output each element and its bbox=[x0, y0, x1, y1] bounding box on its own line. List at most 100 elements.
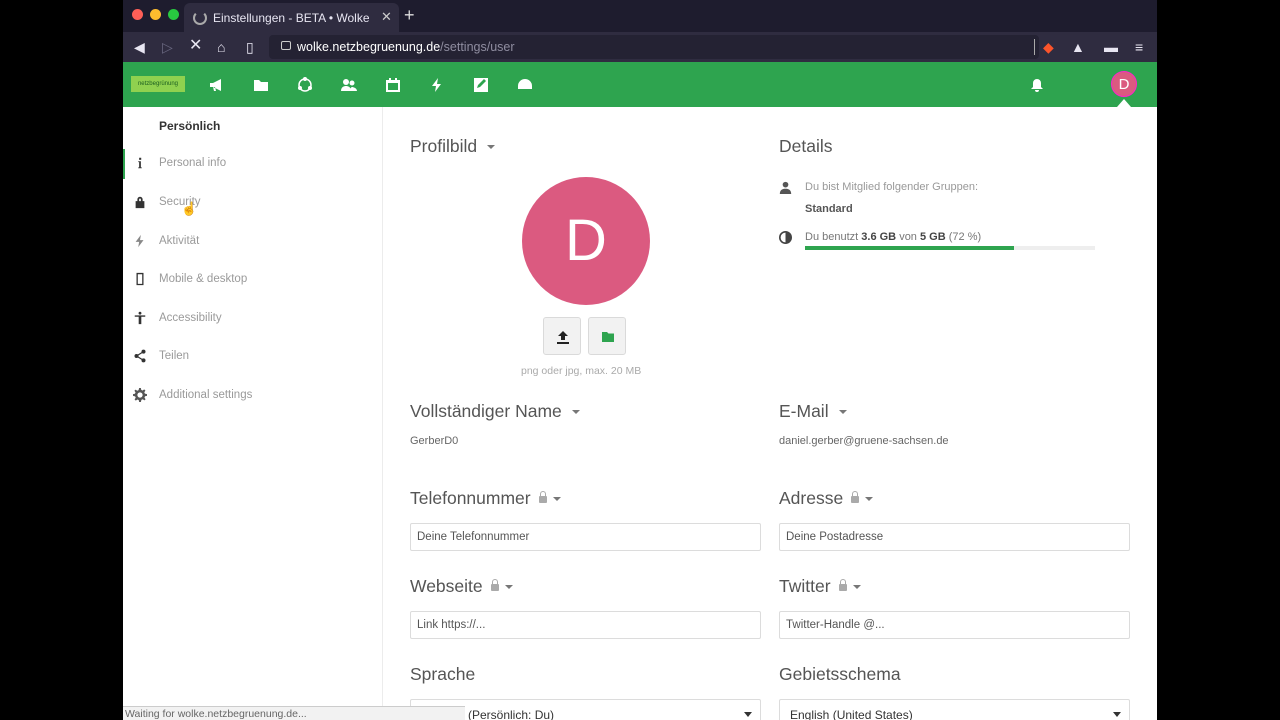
hand-cursor-icon: ☝ bbox=[181, 201, 198, 216]
close-window-button[interactable] bbox=[132, 9, 143, 20]
address-heading: Adresse bbox=[779, 488, 874, 509]
reader-glasses-icon[interactable]: ▬ bbox=[1104, 38, 1118, 56]
bolt-icon bbox=[133, 234, 149, 250]
bookmark-icon[interactable]: ▯ bbox=[246, 38, 254, 56]
menu-icon[interactable]: ≡ bbox=[1135, 38, 1143, 56]
menu-caret bbox=[1117, 99, 1131, 107]
stop-loading-icon[interactable]: ✕ bbox=[189, 37, 202, 55]
visibility-dropdown-icon[interactable] bbox=[852, 585, 861, 590]
netzbegruenung-logo[interactable]: netzbegrünung bbox=[131, 76, 185, 92]
user-icon bbox=[779, 181, 792, 199]
user-avatar[interactable]: D bbox=[1111, 71, 1137, 97]
rewards-icon[interactable]: ▲ bbox=[1071, 38, 1085, 56]
app-header: netzbegrünung D bbox=[123, 62, 1157, 107]
visibility-dropdown-icon[interactable] bbox=[838, 410, 847, 415]
sidebar-item-label: Aktivität bbox=[159, 235, 200, 247]
choose-from-files-button[interactable] bbox=[588, 317, 626, 355]
avatar-hint: png oder jpg, max. 20 MB bbox=[521, 365, 642, 377]
quota-progress-fill bbox=[805, 246, 1014, 250]
gear-icon bbox=[133, 388, 149, 404]
visibility-dropdown-icon[interactable] bbox=[552, 497, 561, 502]
lock-icon bbox=[490, 578, 499, 591]
lock-icon bbox=[838, 578, 847, 591]
toolbar-divider bbox=[1034, 39, 1035, 55]
sidebar-item-label: Personal info bbox=[159, 157, 227, 169]
close-tab-icon[interactable]: ✕ bbox=[381, 9, 392, 25]
upload-icon bbox=[557, 331, 569, 344]
tab-title: Einstellungen - BETA • Wolke (p bbox=[213, 11, 373, 25]
navigation-bar: ◀ ▷ ✕ ⌂ ▯ wolke.netzbegruenung.de/settin… bbox=[123, 32, 1157, 62]
sidebar-item-mobile-desktop[interactable]: Mobile & desktop bbox=[123, 265, 382, 295]
folder-icon[interactable] bbox=[253, 77, 269, 93]
phone-input[interactable]: Deine Telefonnummer bbox=[410, 523, 761, 551]
back-icon[interactable]: ◀ bbox=[134, 38, 145, 56]
sidebar-item-accessibility[interactable]: Accessibility bbox=[123, 304, 382, 334]
address-input[interactable]: Deine Postadresse bbox=[779, 523, 1130, 551]
visibility-dropdown-icon[interactable] bbox=[487, 145, 496, 150]
forward-icon[interactable]: ▷ bbox=[162, 38, 173, 56]
circles-icon[interactable] bbox=[297, 77, 313, 93]
active-indicator bbox=[123, 149, 125, 179]
megaphone-icon[interactable] bbox=[209, 77, 225, 93]
website-input[interactable]: Link https://... bbox=[410, 611, 761, 639]
sidebar-item-label: Mobile & desktop bbox=[159, 273, 248, 285]
fullname-heading: Vollständiger Name bbox=[410, 401, 580, 422]
fullname-value[interactable]: GerberD0 bbox=[410, 435, 458, 447]
dashboard-icon[interactable] bbox=[517, 77, 533, 93]
browser-window: Einstellungen - BETA • Wolke (p ✕ + ◀ ▷ … bbox=[123, 0, 1157, 720]
url-text: wolke.netzbegruenung.de/settings/user bbox=[297, 40, 515, 54]
section-title: Persönlich bbox=[159, 119, 221, 133]
browser-status-bar: Waiting for wolke.netzbegruenung.de... bbox=[123, 706, 465, 720]
twitter-heading: Twitter bbox=[779, 576, 861, 597]
sidebar-item-sharing[interactable]: Teilen bbox=[123, 342, 382, 372]
brave-shields-icon[interactable]: ◆ bbox=[1043, 38, 1054, 56]
secure-lock-icon bbox=[281, 41, 291, 50]
locale-select[interactable]: English (United States) bbox=[779, 699, 1130, 720]
share-icon bbox=[133, 349, 149, 365]
notifications-bell-icon[interactable] bbox=[1029, 77, 1045, 93]
phone-heading: Telefonnummer bbox=[410, 488, 561, 509]
twitter-input[interactable]: Twitter-Handle @... bbox=[779, 611, 1130, 639]
visibility-dropdown-icon[interactable] bbox=[865, 497, 874, 502]
sidebar-item-additional-settings[interactable]: Additional settings bbox=[123, 381, 382, 411]
sidebar-item-personal-info[interactable]: Personal info bbox=[123, 149, 382, 179]
sidebar-item-label: Additional settings bbox=[159, 389, 253, 401]
minimize-window-button[interactable] bbox=[150, 9, 161, 20]
activity-icon[interactable] bbox=[429, 77, 445, 93]
locale-heading: Gebietsschema bbox=[779, 664, 901, 684]
info-icon bbox=[133, 156, 149, 172]
quota-pie-icon bbox=[779, 231, 792, 249]
email-value[interactable]: daniel.gerber@gruene-sachsen.de bbox=[779, 435, 949, 447]
lock-icon bbox=[133, 195, 149, 211]
phone-icon bbox=[133, 272, 149, 288]
new-tab-icon[interactable]: + bbox=[404, 6, 415, 24]
home-icon[interactable]: ⌂ bbox=[217, 38, 225, 56]
quota-text: Du benutzt 3.6 GB von 5 GB (72 %) bbox=[805, 231, 982, 243]
maximize-window-button[interactable] bbox=[168, 9, 179, 20]
profile-picture-heading: Profilbild bbox=[410, 136, 496, 157]
language-heading: Sprache bbox=[410, 664, 476, 684]
accessibility-icon bbox=[133, 311, 149, 327]
lock-icon bbox=[851, 490, 860, 503]
sidebar-item-label: Accessibility bbox=[159, 312, 222, 324]
website-heading: Webseite bbox=[410, 576, 513, 597]
contacts-icon[interactable] bbox=[341, 77, 357, 93]
chevron-down-icon bbox=[744, 712, 752, 717]
quota-progress-bar bbox=[805, 246, 1095, 250]
browser-tab[interactable]: Einstellungen - BETA • Wolke (p ✕ bbox=[184, 3, 399, 32]
groups-label: Du bist Mitglied folgender Gruppen: bbox=[805, 181, 979, 193]
details-heading: Details bbox=[779, 136, 833, 156]
calendar-icon[interactable] bbox=[385, 77, 401, 93]
visibility-dropdown-icon[interactable] bbox=[571, 410, 580, 415]
email-heading: E-Mail bbox=[779, 401, 847, 422]
loading-spinner-icon bbox=[193, 11, 207, 25]
folder-icon bbox=[602, 332, 614, 342]
tab-bar: Einstellungen - BETA • Wolke (p ✕ + bbox=[123, 0, 1157, 32]
visibility-dropdown-icon[interactable] bbox=[504, 585, 513, 590]
sidebar-item-activity[interactable]: Aktivität bbox=[123, 227, 382, 257]
address-bar[interactable]: wolke.netzbegruenung.de/settings/user bbox=[269, 35, 1039, 59]
sidebar-item-label: Teilen bbox=[159, 350, 190, 362]
upload-avatar-button[interactable] bbox=[543, 317, 581, 355]
sidebar-item-security[interactable]: Security ☝ bbox=[123, 188, 382, 218]
notes-icon[interactable] bbox=[473, 77, 489, 93]
